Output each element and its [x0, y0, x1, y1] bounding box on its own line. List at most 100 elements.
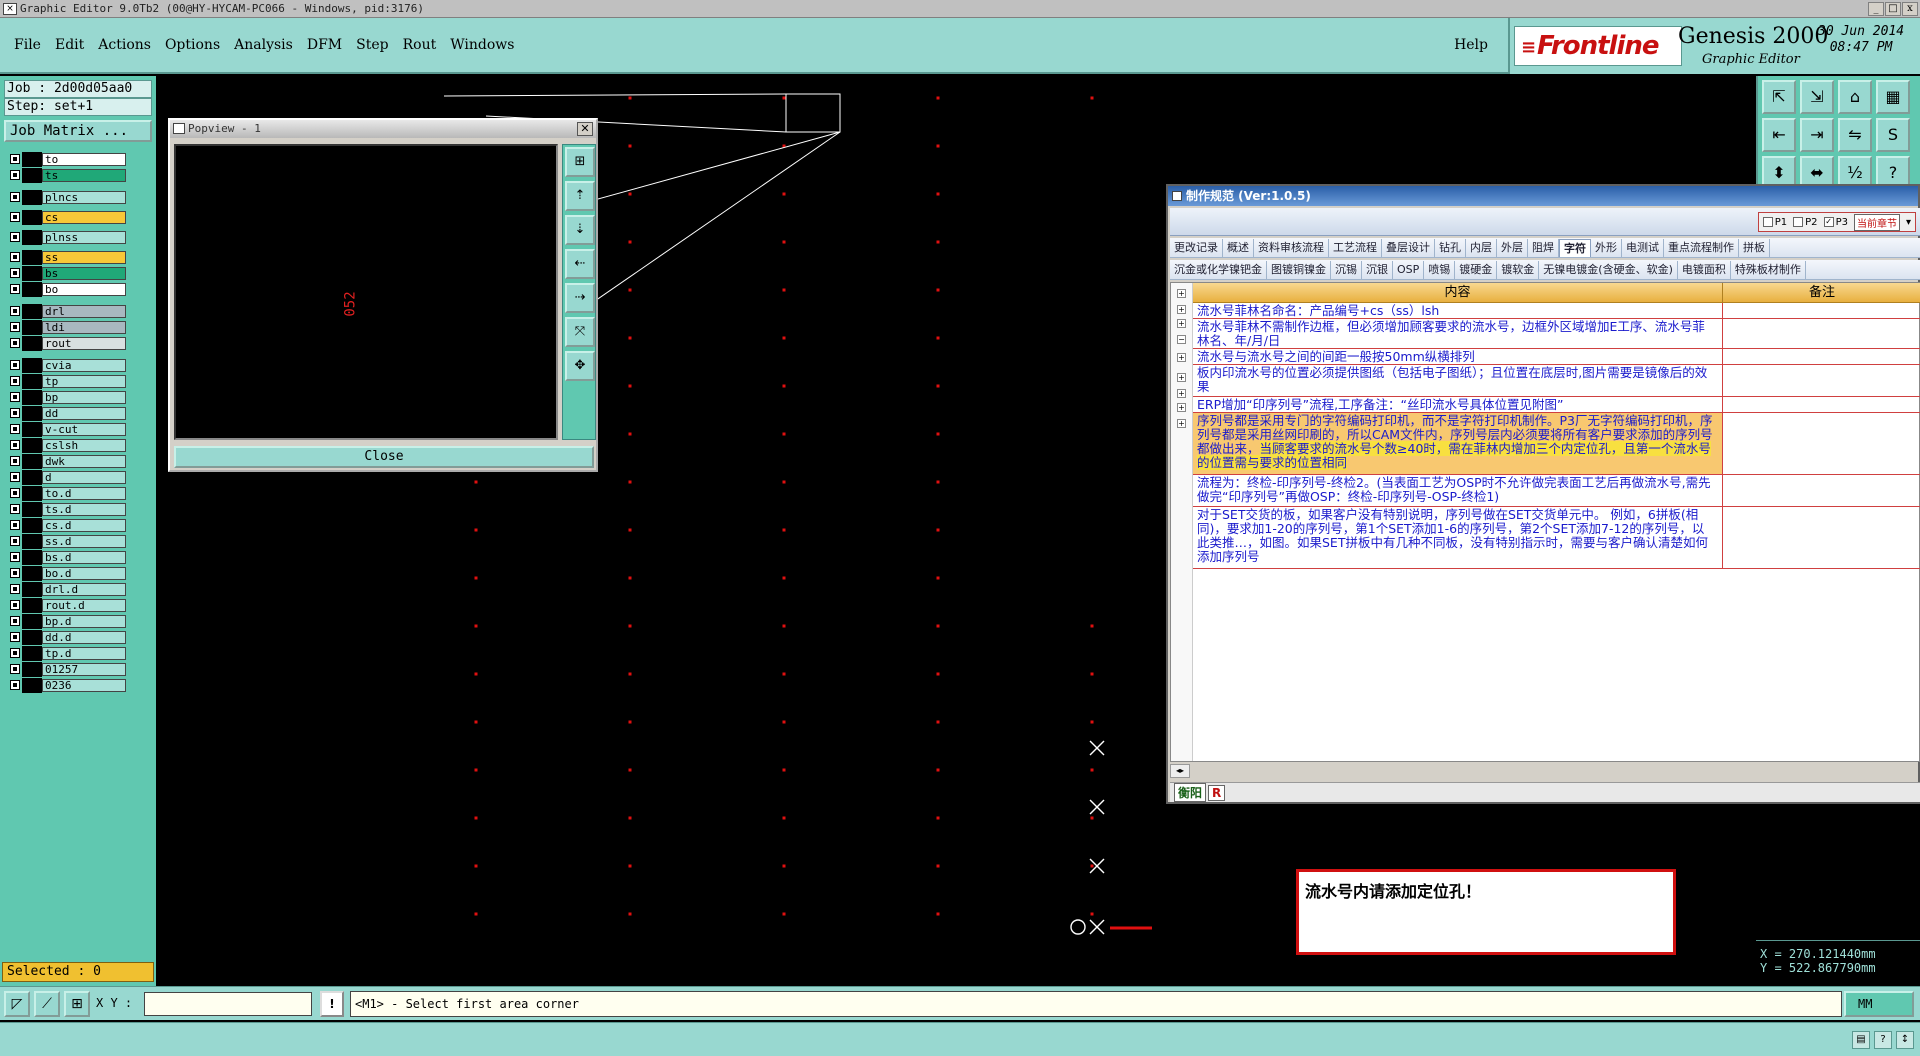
layer-name[interactable]: drl [42, 305, 126, 318]
layer-name[interactable]: to [42, 153, 126, 166]
layer-name[interactable]: to.d [42, 487, 126, 500]
table-row[interactable]: 流水号与流水号之间的间距一般按50mm纵横排列 [1193, 349, 1920, 365]
layer-name[interactable]: 0236 [42, 679, 126, 692]
layer-toggle[interactable] [10, 616, 20, 626]
menu-step[interactable]: Step [356, 37, 388, 53]
layer-toggle[interactable] [10, 600, 20, 610]
tab-item[interactable]: 喷锡 [1424, 260, 1456, 279]
fit-icon[interactable]: ⤧ [565, 317, 595, 347]
scroll-arrows-icon[interactable]: ◂▸ [1170, 764, 1190, 778]
tab-item[interactable]: 沉金或化学镍钯金 [1170, 260, 1267, 279]
layer-row[interactable]: cslsh [4, 438, 126, 453]
tab-item[interactable]: 沉银 [1362, 260, 1393, 279]
layer-row[interactable]: dd.d [4, 630, 126, 645]
layer-row[interactable]: ts [4, 168, 126, 183]
table-row[interactable]: 对于SET交货的板，如果客户没有特别说明，序列号做在SET交货单元中。 例如，6… [1193, 507, 1920, 569]
layer-row[interactable]: tp [4, 374, 126, 389]
xy-input[interactable] [144, 992, 312, 1016]
layer-row[interactable]: bp.d [4, 614, 126, 629]
layer-name[interactable]: plnss [42, 231, 126, 244]
layer-name[interactable]: tp [42, 375, 126, 388]
popview-viewport[interactable]: 052 [174, 144, 558, 440]
layer-name[interactable]: bo [42, 283, 126, 296]
expand-icon[interactable]: + [1177, 305, 1186, 314]
tab-item[interactable]: 概述 [1223, 238, 1254, 257]
layer-row[interactable]: to.d [4, 486, 126, 501]
menu-options[interactable]: Options [165, 37, 220, 53]
expand-icon[interactable]: + [1177, 319, 1186, 328]
layer-toggle[interactable] [10, 306, 20, 316]
menu-actions[interactable]: Actions [98, 37, 151, 53]
layer-toggle[interactable] [10, 456, 20, 466]
layer-name[interactable]: rout [42, 337, 126, 350]
job-matrix-button[interactable]: Job Matrix ... [4, 120, 152, 142]
table-row-highlighted[interactable]: 序列号都是采用专门的字符编码打印机，而不是字符打印机制作。P3厂无字符编码打印机… [1193, 413, 1920, 475]
tab-item[interactable]: 镀软金 [1497, 260, 1540, 279]
chapter-select[interactable]: 当前章节 [1853, 213, 1900, 231]
p3-checkbox[interactable]: ✓ P3 [1823, 216, 1848, 228]
pan-left-icon[interactable]: ⇤ [1762, 118, 1796, 152]
expand-icon[interactable]: + [1177, 373, 1186, 382]
layer-name[interactable]: dd [42, 407, 126, 420]
table-row[interactable]: 流水号菲林不需制作边框，但必须增加顾客要求的流水号，边框外区域增加E工序、流水号… [1193, 319, 1920, 349]
layer-row[interactable]: rout [4, 336, 126, 351]
site-tag[interactable]: 衡阳 [1174, 783, 1207, 802]
down-icon[interactable]: ⇣ [565, 215, 595, 245]
zoom-icon[interactable]: ⊞ [565, 147, 595, 177]
layer-toggle[interactable] [10, 568, 20, 578]
layer-name[interactable]: bs [42, 267, 126, 280]
layer-toggle[interactable] [10, 376, 20, 386]
layer-toggle[interactable] [10, 408, 20, 418]
layer-row[interactable]: 0236 [4, 678, 126, 693]
layer-toggle[interactable] [10, 440, 20, 450]
menu-file[interactable]: File [14, 37, 41, 53]
table-row[interactable]: 流水号菲林名命名：产品编号+cs（ss）lsh [1193, 303, 1920, 319]
right-icon[interactable]: ⇢ [565, 283, 595, 313]
layer-name[interactable]: ts.d [42, 503, 126, 516]
layer-row[interactable]: ldi [4, 320, 126, 335]
tab-item[interactable]: 钻孔 [1435, 238, 1466, 257]
tab-item[interactable]: 拼板 [1739, 238, 1770, 257]
layer-row[interactable]: bp [4, 390, 126, 405]
layer-row[interactable]: tp.d [4, 646, 126, 661]
expand-icon[interactable]: + [1177, 403, 1186, 412]
layer-name[interactable]: tp.d [42, 647, 126, 660]
close-button[interactable]: x [1902, 1, 1918, 16]
grid-icon[interactable]: ▦ [1876, 80, 1910, 114]
table-row[interactable]: ERP增加“印序列号”流程,工序备注：“丝印流水号具体位置见附图” [1193, 397, 1920, 413]
layer-toggle[interactable] [10, 472, 20, 482]
layer-row[interactable]: drl [4, 304, 126, 319]
expand-icon[interactable]: + [1177, 419, 1186, 428]
layer-toggle[interactable] [10, 154, 20, 164]
up-icon[interactable]: ⇡ [565, 181, 595, 211]
layer-toggle[interactable] [10, 252, 20, 262]
layer-row[interactable]: bs [4, 266, 126, 281]
layer-row[interactable]: cs [4, 210, 126, 225]
layer-row[interactable]: 01257 [4, 662, 126, 677]
layer-row[interactable]: bs.d [4, 550, 126, 565]
expand-icon[interactable]: + [1177, 389, 1186, 398]
table-row[interactable]: 板内印流水号的位置必须提供图纸（包括电子图纸）；且位置在底层时,图片需要是镜像后… [1193, 365, 1920, 397]
select-tool-icon[interactable]: ◸ [4, 991, 30, 1017]
app-icon[interactable]: × [3, 2, 17, 15]
layer-name[interactable]: bp.d [42, 615, 126, 628]
tab-item[interactable]: 更改记录 [1170, 238, 1223, 257]
layer-name[interactable]: rout.d [42, 599, 126, 612]
tab-item[interactable]: 重点流程制作 [1664, 238, 1739, 257]
resize-icon[interactable]: ↕ [1896, 1031, 1914, 1049]
layer-toggle[interactable] [10, 424, 20, 434]
layer-name[interactable]: dd.d [42, 631, 126, 644]
snap-grid-icon[interactable]: ⊞ [64, 991, 90, 1017]
layer-row[interactable]: plnss [4, 230, 126, 245]
tab-item[interactable]: 镀硬金 [1455, 260, 1498, 279]
layer-name[interactable]: ss [42, 251, 126, 264]
home-icon[interactable]: ⇱ [1762, 80, 1796, 114]
layer-toggle[interactable] [10, 268, 20, 278]
layer-name[interactable]: plncs [42, 191, 126, 204]
layer-toggle[interactable] [10, 632, 20, 642]
layer-toggle[interactable] [10, 192, 20, 202]
layer-toggle[interactable] [10, 488, 20, 498]
layer-toggle[interactable] [10, 170, 20, 180]
mirror-icon[interactable]: ⇋ [1838, 118, 1872, 152]
layer-name[interactable]: v-cut [42, 423, 126, 436]
